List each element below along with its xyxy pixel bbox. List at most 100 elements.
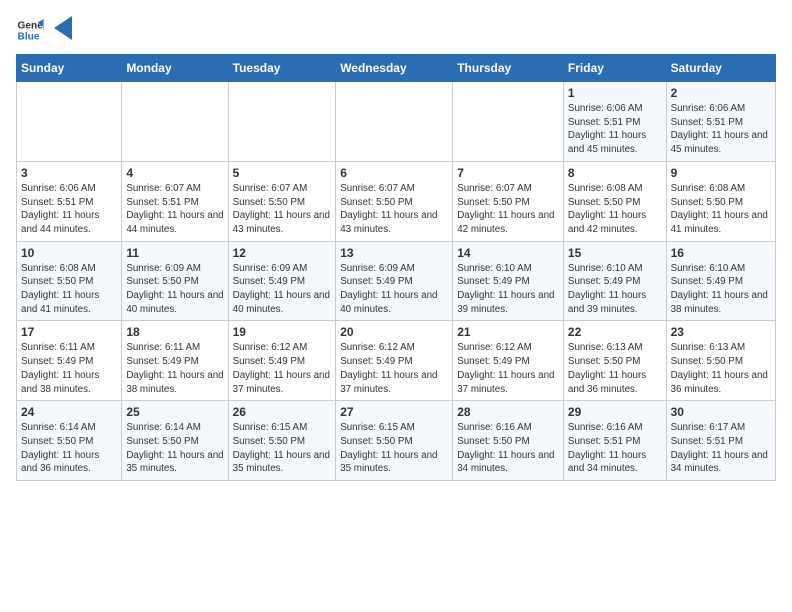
day-info: Sunrise: 6:16 AM Sunset: 5:51 PM Dayligh… <box>568 421 662 476</box>
day-info: Sunrise: 6:07 AM Sunset: 5:51 PM Dayligh… <box>126 182 223 237</box>
calendar-cell: 17 Sunrise: 6:11 AM Sunset: 5:49 PM Dayli… <box>17 321 122 401</box>
calendar-cell: 3 Sunrise: 6:06 AM Sunset: 5:51 PM Daylig… <box>17 161 122 241</box>
day-number: 4 <box>126 166 223 180</box>
col-header-thursday: Thursday <box>453 55 564 82</box>
day-number: 2 <box>671 86 771 100</box>
day-info: Sunrise: 6:08 AM Sunset: 5:50 PM Dayligh… <box>21 262 117 317</box>
calendar-cell <box>453 82 564 162</box>
day-number: 6 <box>340 166 448 180</box>
day-number: 14 <box>457 246 559 260</box>
day-info: Sunrise: 6:11 AM Sunset: 5:49 PM Dayligh… <box>126 341 223 396</box>
calendar-cell: 15 Sunrise: 6:10 AM Sunset: 5:49 PM Dayli… <box>563 241 666 321</box>
day-number: 10 <box>21 246 117 260</box>
day-number: 21 <box>457 325 559 339</box>
day-info: Sunrise: 6:15 AM Sunset: 5:50 PM Dayligh… <box>233 421 332 476</box>
day-info: Sunrise: 6:06 AM Sunset: 5:51 PM Dayligh… <box>21 182 117 237</box>
calendar-cell: 8 Sunrise: 6:08 AM Sunset: 5:50 PM Daylig… <box>563 161 666 241</box>
calendar-header-row: SundayMondayTuesdayWednesdayThursdayFrid… <box>17 55 776 82</box>
day-number: 7 <box>457 166 559 180</box>
day-info: Sunrise: 6:07 AM Sunset: 5:50 PM Dayligh… <box>233 182 332 237</box>
day-info: Sunrise: 6:10 AM Sunset: 5:49 PM Dayligh… <box>568 262 662 317</box>
day-info: Sunrise: 6:14 AM Sunset: 5:50 PM Dayligh… <box>126 421 223 476</box>
day-info: Sunrise: 6:12 AM Sunset: 5:49 PM Dayligh… <box>340 341 448 396</box>
day-number: 11 <box>126 246 223 260</box>
day-info: Sunrise: 6:14 AM Sunset: 5:50 PM Dayligh… <box>21 421 117 476</box>
calendar-week-row: 3 Sunrise: 6:06 AM Sunset: 5:51 PM Daylig… <box>17 161 776 241</box>
calendar-cell <box>122 82 228 162</box>
calendar-cell: 12Sunrise: 6:09 AM Sunset: 5:49 PM Dayli… <box>228 241 336 321</box>
day-number: 12 <box>233 246 332 260</box>
day-info: Sunrise: 6:15 AM Sunset: 5:50 PM Dayligh… <box>340 421 448 476</box>
day-info: Sunrise: 6:12 AM Sunset: 5:49 PM Dayligh… <box>457 341 559 396</box>
calendar-cell: 9 Sunrise: 6:08 AM Sunset: 5:50 PM Daylig… <box>666 161 775 241</box>
calendar-cell: 27 Sunrise: 6:15 AM Sunset: 5:50 PM Dayli… <box>336 401 453 481</box>
calendar-cell: 18Sunrise: 6:11 AM Sunset: 5:49 PM Dayli… <box>122 321 228 401</box>
logo-icon: General Blue <box>16 16 44 44</box>
day-info: Sunrise: 6:08 AM Sunset: 5:50 PM Dayligh… <box>671 182 771 237</box>
day-info: Sunrise: 6:07 AM Sunset: 5:50 PM Dayligh… <box>457 182 559 237</box>
day-info: Sunrise: 6:06 AM Sunset: 5:51 PM Dayligh… <box>671 102 771 157</box>
day-number: 16 <box>671 246 771 260</box>
calendar-cell: 21 Sunrise: 6:12 AM Sunset: 5:49 PM Dayli… <box>453 321 564 401</box>
calendar-cell <box>228 82 336 162</box>
calendar-cell: 4 Sunrise: 6:07 AM Sunset: 5:51 PM Daylig… <box>122 161 228 241</box>
day-number: 26 <box>233 405 332 419</box>
svg-text:Blue: Blue <box>18 31 40 42</box>
calendar-week-row: 10 Sunrise: 6:08 AM Sunset: 5:50 PM Dayli… <box>17 241 776 321</box>
logo: General Blue <box>16 16 72 44</box>
calendar-cell: 22 Sunrise: 6:13 AM Sunset: 5:50 PM Dayli… <box>563 321 666 401</box>
day-number: 24 <box>21 405 117 419</box>
day-info: Sunrise: 6:06 AM Sunset: 5:51 PM Dayligh… <box>568 102 662 157</box>
calendar-cell: 25 Sunrise: 6:14 AM Sunset: 5:50 PM Dayli… <box>122 401 228 481</box>
calendar-cell: 26 Sunrise: 6:15 AM Sunset: 5:50 PM Dayli… <box>228 401 336 481</box>
col-header-tuesday: Tuesday <box>228 55 336 82</box>
day-number: 8 <box>568 166 662 180</box>
calendar-cell: 5Sunrise: 6:07 AM Sunset: 5:50 PM Daylig… <box>228 161 336 241</box>
calendar-cell: 13 Sunrise: 6:09 AM Sunset: 5:49 PM Dayli… <box>336 241 453 321</box>
calendar-week-row: 1 Sunrise: 6:06 AM Sunset: 5:51 PM Daylig… <box>17 82 776 162</box>
calendar-cell: 24 Sunrise: 6:14 AM Sunset: 5:50 PM Dayli… <box>17 401 122 481</box>
calendar-cell: 6 Sunrise: 6:07 AM Sunset: 5:50 PM Daylig… <box>336 161 453 241</box>
day-number: 27 <box>340 405 448 419</box>
day-number: 15 <box>568 246 662 260</box>
day-info: Sunrise: 6:10 AM Sunset: 5:49 PM Dayligh… <box>671 262 771 317</box>
calendar-cell: 7 Sunrise: 6:07 AM Sunset: 5:50 PM Daylig… <box>453 161 564 241</box>
logo-arrow-icon <box>54 16 72 40</box>
day-number: 23 <box>671 325 771 339</box>
day-number: 3 <box>21 166 117 180</box>
col-header-saturday: Saturday <box>666 55 775 82</box>
calendar-cell: 14 Sunrise: 6:10 AM Sunset: 5:49 PM Dayli… <box>453 241 564 321</box>
calendar-cell: 19Sunrise: 6:12 AM Sunset: 5:49 PM Dayli… <box>228 321 336 401</box>
day-number: 28 <box>457 405 559 419</box>
calendar-cell: 2 Sunrise: 6:06 AM Sunset: 5:51 PM Daylig… <box>666 82 775 162</box>
day-info: Sunrise: 6:11 AM Sunset: 5:49 PM Dayligh… <box>21 341 117 396</box>
day-number: 17 <box>21 325 117 339</box>
day-info: Sunrise: 6:08 AM Sunset: 5:50 PM Dayligh… <box>568 182 662 237</box>
day-info: Sunrise: 6:09 AM Sunset: 5:50 PM Dayligh… <box>126 262 223 317</box>
calendar-cell: 29Sunrise: 6:16 AM Sunset: 5:51 PM Dayli… <box>563 401 666 481</box>
day-info: Sunrise: 6:10 AM Sunset: 5:49 PM Dayligh… <box>457 262 559 317</box>
col-header-wednesday: Wednesday <box>336 55 453 82</box>
col-header-sunday: Sunday <box>17 55 122 82</box>
calendar-week-row: 24 Sunrise: 6:14 AM Sunset: 5:50 PM Dayli… <box>17 401 776 481</box>
page-header: General Blue <box>16 16 776 44</box>
day-number: 13 <box>340 246 448 260</box>
calendar-cell <box>336 82 453 162</box>
day-info: Sunrise: 6:12 AM Sunset: 5:49 PM Dayligh… <box>233 341 332 396</box>
day-number: 20 <box>340 325 448 339</box>
day-info: Sunrise: 6:09 AM Sunset: 5:49 PM Dayligh… <box>340 262 448 317</box>
day-number: 1 <box>568 86 662 100</box>
day-number: 22 <box>568 325 662 339</box>
calendar-week-row: 17 Sunrise: 6:11 AM Sunset: 5:49 PM Dayli… <box>17 321 776 401</box>
calendar-cell: 30Sunrise: 6:17 AM Sunset: 5:51 PM Dayli… <box>666 401 775 481</box>
day-info: Sunrise: 6:13 AM Sunset: 5:50 PM Dayligh… <box>671 341 771 396</box>
calendar-cell: 10 Sunrise: 6:08 AM Sunset: 5:50 PM Dayli… <box>17 241 122 321</box>
day-number: 25 <box>126 405 223 419</box>
calendar-cell <box>17 82 122 162</box>
day-info: Sunrise: 6:07 AM Sunset: 5:50 PM Dayligh… <box>340 182 448 237</box>
calendar-cell: 20 Sunrise: 6:12 AM Sunset: 5:49 PM Dayli… <box>336 321 453 401</box>
day-info: Sunrise: 6:16 AM Sunset: 5:50 PM Dayligh… <box>457 421 559 476</box>
calendar-cell: 16 Sunrise: 6:10 AM Sunset: 5:49 PM Dayli… <box>666 241 775 321</box>
day-info: Sunrise: 6:13 AM Sunset: 5:50 PM Dayligh… <box>568 341 662 396</box>
day-number: 9 <box>671 166 771 180</box>
